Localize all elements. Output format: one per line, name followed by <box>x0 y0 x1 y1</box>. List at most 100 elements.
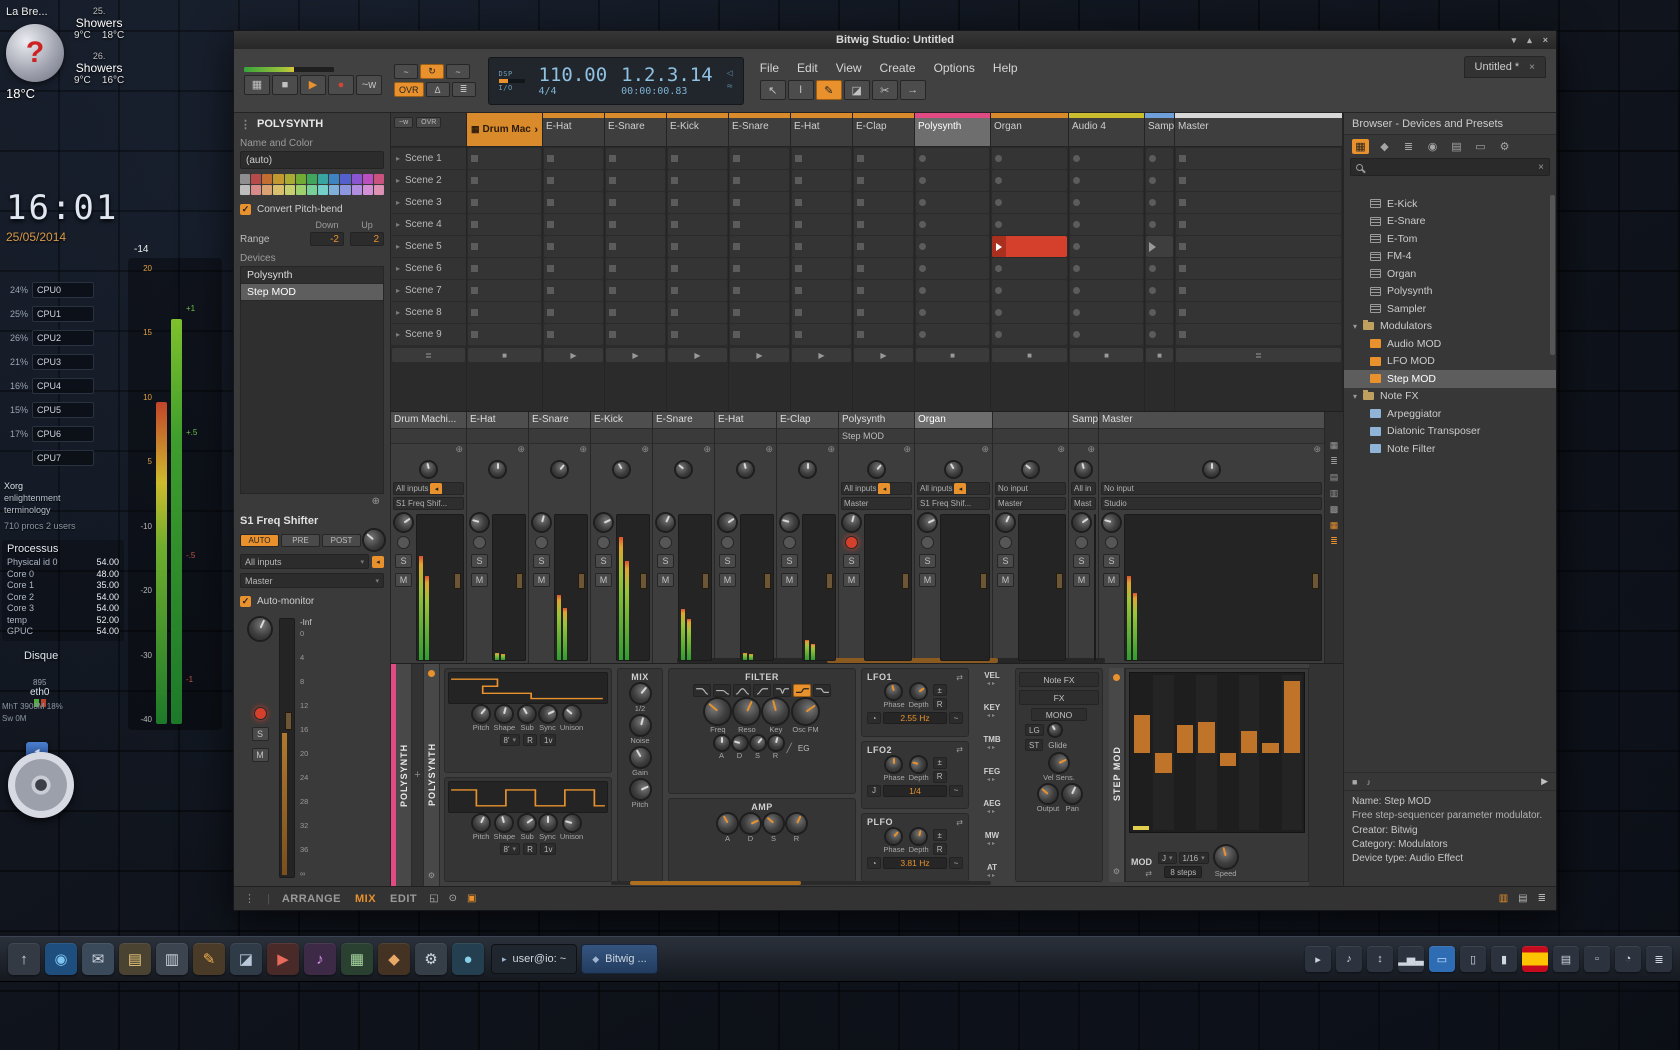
sub-knob[interactable] <box>516 703 538 725</box>
view-arrange[interactable]: ARRANGE <box>282 893 341 905</box>
mixer-device-slot[interactable] <box>1099 429 1324 444</box>
clip-slot[interactable] <box>606 258 665 279</box>
browser-item-fm-4[interactable]: FM-4 <box>1344 248 1556 266</box>
lfo-rate-value[interactable]: 3.81 Hz <box>883 857 947 869</box>
folder-icon[interactable]: ▤ <box>119 943 151 975</box>
clip-slot[interactable] <box>468 170 541 191</box>
step-sequencer-display[interactable] <box>1129 672 1305 833</box>
stop-all-button[interactable]: ≣ <box>392 348 465 362</box>
mixer-device-slot[interactable] <box>391 429 466 444</box>
clip-slot[interactable] <box>916 170 989 191</box>
volume-knob[interactable] <box>916 511 939 534</box>
add-device-button[interactable]: ⊕ <box>777 444 838 456</box>
browser-scrollbar[interactable] <box>1550 195 1555 355</box>
detail-panel-icon[interactable]: ▣ <box>467 893 476 904</box>
rail-io-icon[interactable]: ▤ <box>1330 472 1339 483</box>
clip-slot[interactable] <box>1070 302 1143 323</box>
clip-slot[interactable] <box>1070 258 1143 279</box>
track-header[interactable]: Polysynth <box>915 113 990 147</box>
add-device-button[interactable]: ⊕ <box>653 444 714 456</box>
mixer-device-slot[interactable] <box>591 429 652 444</box>
clip-slot[interactable] <box>730 258 789 279</box>
scene-5[interactable]: ▸Scene 5 <box>391 236 466 257</box>
solo-button[interactable]: S <box>395 554 412 568</box>
mod-route-icon[interactable]: ⇄ <box>956 818 963 827</box>
menu-view[interactable]: View <box>836 61 862 75</box>
pan-knob[interactable] <box>866 458 887 479</box>
clip-slot[interactable] <box>854 324 913 345</box>
freqshifter-knob[interactable] <box>360 526 388 554</box>
clip-slot[interactable] <box>792 236 851 257</box>
pan-knob[interactable] <box>549 458 570 479</box>
clip-slot[interactable] <box>792 214 851 235</box>
mod-source-vel[interactable]: VEL◂▸ <box>974 671 1010 687</box>
track-output-chooser[interactable]: Master <box>841 497 912 510</box>
time-display[interactable]: 00:00:00.83 <box>621 86 713 97</box>
reso-knob[interactable] <box>730 695 763 728</box>
browser-item-e-kick[interactable]: E-Kick <box>1344 195 1556 213</box>
clip-slot[interactable] <box>606 148 665 169</box>
mixer-device-slot[interactable] <box>1069 429 1098 444</box>
settings-icon[interactable]: ⚙ <box>415 943 447 975</box>
fader-lane[interactable] <box>1018 514 1066 661</box>
clip-slot[interactable] <box>992 236 1067 257</box>
solo-button[interactable]: S <box>252 727 269 741</box>
clip-slot[interactable] <box>792 258 851 279</box>
time-signature-display[interactable]: 4/4 <box>539 86 608 97</box>
mute-button[interactable]: M <box>595 573 612 587</box>
menu-edit[interactable]: Edit <box>797 61 818 75</box>
filter-type-1[interactable] <box>693 684 711 697</box>
track-stop-button[interactable]: ▶ <box>792 348 851 362</box>
games-icon[interactable]: ● <box>452 943 484 975</box>
pan-knob[interactable] <box>1074 460 1092 478</box>
track-stop-button[interactable]: ▶ <box>730 348 789 362</box>
sync-mode-button[interactable]: ◔ <box>867 857 881 869</box>
unison-knob[interactable] <box>560 703 583 726</box>
color-swatch[interactable] <box>251 185 261 195</box>
metronome-button[interactable]: ▦ <box>244 75 270 95</box>
mail-icon[interactable]: ✉ <box>82 943 114 975</box>
mixer-track-name[interactable] <box>993 412 1068 429</box>
step-6[interactable] <box>1239 675 1259 830</box>
device-settings-icon[interactable]: ⚙ <box>428 871 435 880</box>
pencil-tool[interactable]: ✎ <box>816 80 842 100</box>
inspector-pan-knob[interactable] <box>245 614 274 643</box>
clip-slot[interactable] <box>606 192 665 213</box>
mixer-device-slot[interactable] <box>715 429 776 444</box>
rail-list-icon[interactable]: ≣ <box>1330 456 1338 467</box>
menu-help[interactable]: Help <box>993 61 1018 75</box>
clip-slot[interactable] <box>544 170 603 191</box>
preview-note-button[interactable]: ♪ <box>1366 777 1371 787</box>
track-input-chooser[interactable]: No input <box>1101 482 1322 495</box>
note-fx-chooser[interactable]: Note FX <box>1019 672 1099 687</box>
color-swatch[interactable] <box>273 174 283 184</box>
clip-slot[interactable] <box>916 148 989 169</box>
pan-knob[interactable] <box>419 460 437 478</box>
stepmod-device-tab[interactable]: STEP MOD ⚙ <box>1109 668 1125 882</box>
follow-playback-icon[interactable]: ⊙ <box>449 893 457 904</box>
inspector-panel-toggle[interactable]: ▤ <box>1518 893 1527 904</box>
step-2[interactable] <box>1153 675 1173 830</box>
phase-knob[interactable] <box>886 757 901 772</box>
clip-slot[interactable] <box>992 148 1067 169</box>
1-2-knob[interactable] <box>627 680 654 707</box>
color-swatch[interactable] <box>262 174 272 184</box>
mod-source-aeg[interactable]: AEG◂▸ <box>974 799 1010 815</box>
mod-route-icon[interactable]: ⇄ <box>956 673 963 682</box>
solo-button[interactable]: S <box>533 554 550 568</box>
vel-sens-knob[interactable] <box>1047 751 1071 775</box>
overdub-button[interactable]: OVR <box>394 82 424 97</box>
add-device-button[interactable]: ⊕ <box>715 444 776 456</box>
color-swatch[interactable] <box>251 174 261 184</box>
browser-item-sampler[interactable]: Sampler <box>1344 300 1556 318</box>
step-5[interactable] <box>1218 675 1238 830</box>
pitch-knob[interactable] <box>470 812 491 833</box>
add-device-button[interactable]: ⊕ <box>993 444 1068 456</box>
lfo-rate-value[interactable]: 1/4 <box>883 785 947 797</box>
music-player-icon[interactable]: ♪ <box>304 943 336 975</box>
color-swatch[interactable] <box>329 185 339 195</box>
add-device-button[interactable]: ⊕ <box>391 444 466 456</box>
track-header[interactable]: E-Clap <box>853 113 914 147</box>
lg-button[interactable]: LG <box>1025 724 1044 736</box>
color-swatch[interactable] <box>329 174 339 184</box>
